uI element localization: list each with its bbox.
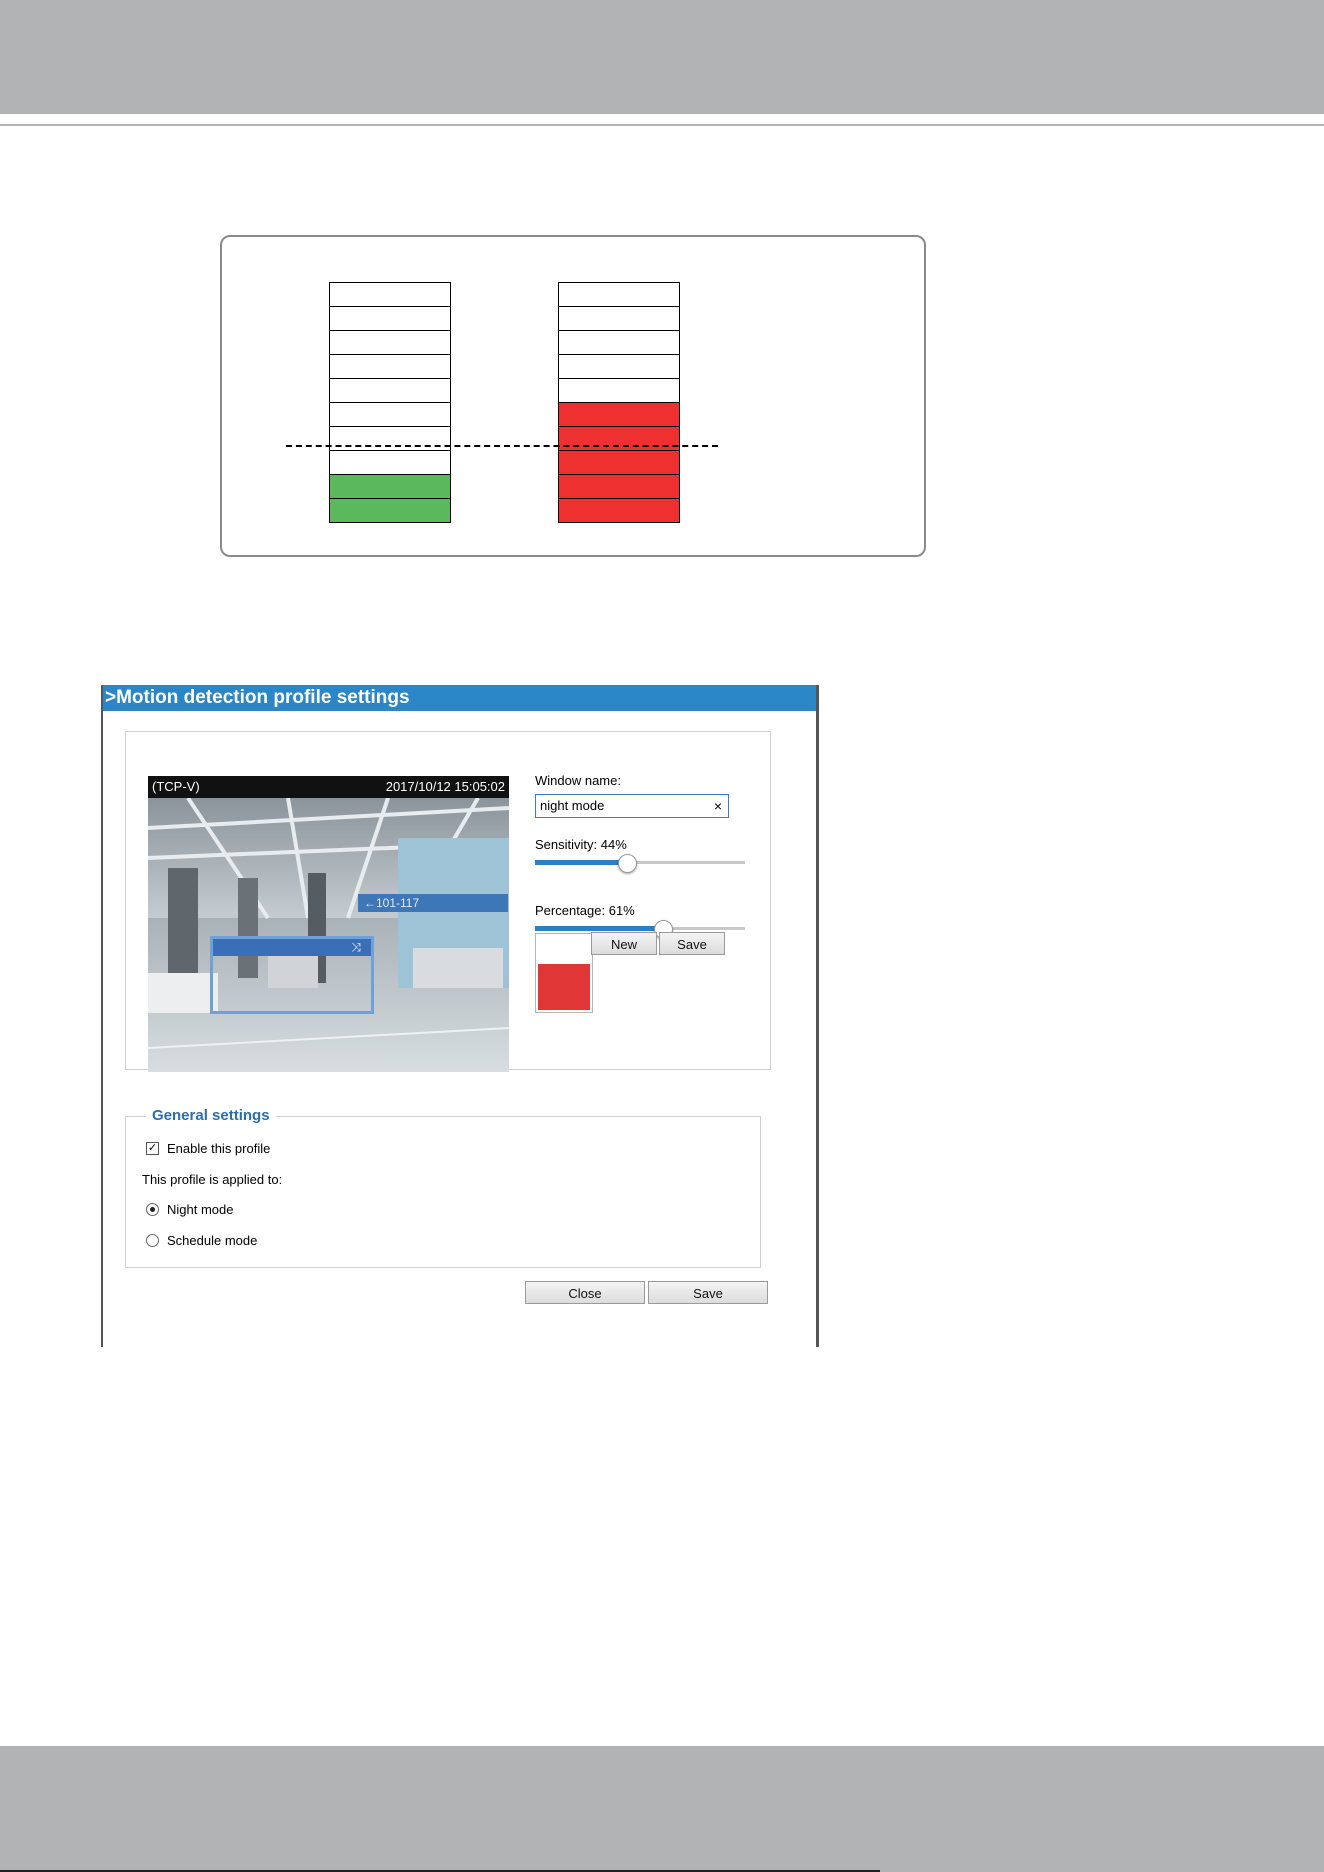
new-window-button[interactable]: New (591, 932, 657, 955)
page-header-band (0, 0, 1324, 114)
schedule-mode-row[interactable]: Schedule mode (146, 1233, 257, 1248)
left-bar-segment (329, 451, 451, 475)
window-name-label: Window name: (535, 773, 621, 788)
level-bar-right (558, 282, 680, 523)
detection-window-close-icon[interactable]: ⤨ (351, 940, 361, 954)
left-bar-segment (329, 355, 451, 379)
save-button[interactable]: Save (648, 1281, 768, 1304)
night-mode-radio[interactable] (146, 1203, 159, 1216)
right-bar-segment (558, 355, 680, 379)
motion-detection-window: >Motion detection profile settings (TCP-… (101, 685, 819, 1347)
right-bar-segment (558, 282, 680, 307)
clear-icon[interactable]: × (714, 795, 722, 817)
video-preview[interactable]: (TCP-V) 2017/10/12 15:05:02 ←101-117 ⤨ (148, 776, 509, 1072)
night-mode-row[interactable]: Night mode (146, 1202, 233, 1217)
left-bar-segment (329, 427, 451, 451)
airport-scene-image (148, 798, 509, 1072)
close-button[interactable]: Close (525, 1281, 645, 1304)
save-window-button[interactable]: Save (659, 932, 725, 955)
right-bar-segment (558, 451, 680, 475)
window-name-input[interactable]: night mode × (535, 794, 729, 818)
sensitivity-slider[interactable] (535, 853, 745, 873)
enable-profile-checkbox[interactable]: ✓ (146, 1142, 159, 1155)
gate-sign: ←101-117 (358, 894, 508, 912)
right-bar-segment (558, 475, 680, 499)
detection-window-overlay[interactable]: ⤨ (210, 936, 374, 1014)
threshold-line (286, 445, 718, 447)
left-bar-segment (329, 307, 451, 331)
percentage-label: Percentage: 61% (535, 903, 635, 918)
night-mode-label: Night mode (167, 1202, 234, 1217)
detection-window-titlebar[interactable]: ⤨ (213, 939, 371, 956)
right-bar-segment (558, 403, 680, 427)
window-title: >Motion detection profile settings (103, 685, 816, 711)
left-bar-segment (329, 475, 451, 499)
enable-profile-row[interactable]: ✓ Enable this profile (146, 1141, 270, 1156)
level-bar-left (329, 282, 451, 523)
schedule-mode-label: Schedule mode (167, 1233, 258, 1248)
video-source-label: (TCP-V) (152, 779, 200, 794)
sensitivity-label: Sensitivity: 44% (535, 837, 627, 852)
sensitivity-handle[interactable] (618, 854, 638, 873)
page-footer-band (0, 1746, 1324, 1872)
left-bar-segment (329, 331, 451, 355)
window-name-value: night mode (540, 798, 605, 813)
general-settings-legend: General settings (146, 1107, 276, 1124)
left-bar-segment (329, 282, 451, 307)
header-rule (0, 124, 1324, 126)
left-bar-segment (329, 403, 451, 427)
right-bar-segment (558, 331, 680, 355)
applied-to-label: This profile is applied to: (142, 1172, 283, 1187)
detection-level-preview (535, 933, 593, 1013)
detection-panel: (TCP-V) 2017/10/12 15:05:02 ←101-117 ⤨ W… (125, 731, 771, 1072)
level-diagram (220, 235, 926, 557)
sensitivity-fill (535, 860, 628, 865)
right-bar-segment (558, 427, 680, 451)
right-bar-segment (558, 379, 680, 403)
enable-profile-label: Enable this profile (167, 1141, 271, 1156)
left-bar-segment (329, 379, 451, 403)
video-info-bar: (TCP-V) 2017/10/12 15:05:02 (148, 776, 509, 798)
percentage-fill (535, 926, 664, 931)
video-timestamp: 2017/10/12 15:05:02 (385, 779, 505, 794)
right-bar-segment (558, 499, 680, 523)
right-bar-segment (558, 307, 680, 331)
left-bar-segment (329, 499, 451, 523)
general-settings-fieldset: General settings ✓ Enable this profile T… (125, 1107, 761, 1268)
detection-level-fill (538, 963, 590, 1010)
schedule-mode-radio[interactable] (146, 1234, 159, 1247)
